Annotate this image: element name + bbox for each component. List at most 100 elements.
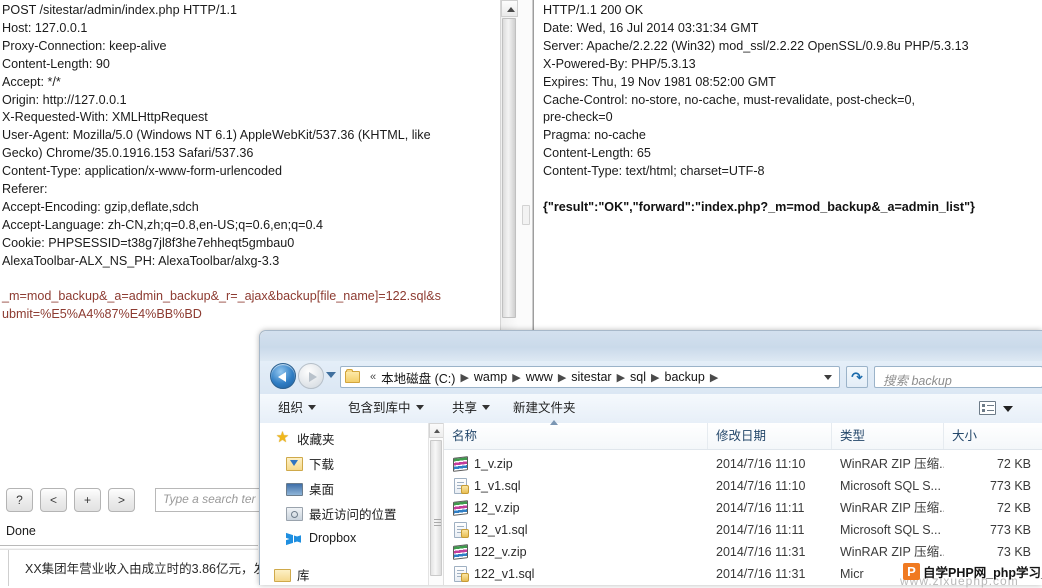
sidebar-item-label: 桌面 — [309, 482, 335, 497]
include-in-library-menu[interactable]: 包含到库中 — [348, 399, 424, 418]
sidebar-item-6[interactable]: 库 — [260, 563, 424, 585]
file-name-cell[interactable]: 1_v1.sql — [452, 476, 730, 497]
request-header-line: X-Requested-With: XMLHttpRequest — [2, 110, 208, 125]
scroll-up-arrow-icon[interactable] — [429, 423, 444, 438]
response-header-line: HTTP/1.1 200 OK — [543, 3, 644, 17]
recent-pages-chevron-down-icon[interactable] — [326, 372, 336, 378]
share-menu[interactable]: 共享 — [452, 399, 491, 418]
file-name-cell[interactable]: 122_v1.sql — [452, 564, 730, 585]
request-header-line: Gecko) Chrome/35.0.1916.153 Safari/537.3… — [2, 146, 254, 161]
file-date-cell: 2014/7/16 11:10 — [716, 457, 806, 471]
sidebar-scrollbar[interactable] — [428, 423, 444, 585]
response-header-line: pre-check=0 — [543, 110, 613, 125]
request-body-line: _m=mod_backup&_a=admin_backup&_r=_ajax&b… — [2, 289, 441, 304]
zip-file-icon — [453, 544, 468, 560]
previous-button[interactable]: < — [40, 488, 67, 512]
chevron-down-icon — [1003, 406, 1013, 412]
address-dropdown-chevron-icon[interactable] — [824, 375, 832, 380]
blank-separator — [2, 271, 496, 289]
file-type-cell: Microsoft SQL S... — [840, 479, 941, 493]
sidebar-item-label: 库 — [297, 568, 310, 583]
breadcrumb-overflow-icon[interactable]: « — [370, 371, 376, 383]
breadcrumb-segment[interactable]: wamp — [474, 370, 507, 384]
breadcrumb-segment[interactable]: 本地磁盘 (C:) — [381, 368, 455, 387]
organize-menu[interactable]: 组织 — [278, 399, 317, 418]
add-button[interactable]: + — [74, 488, 101, 512]
file-type-cell: WinRAR ZIP 压缩... — [840, 501, 944, 515]
column-header-3[interactable]: 类型 — [832, 423, 944, 449]
explorer-search-input[interactable]: 搜索 backup — [874, 366, 1042, 388]
chevron-down-icon — [308, 405, 317, 410]
breadcrumb-separator-icon[interactable]: ▶ — [710, 371, 718, 384]
request-pane-scrollbar[interactable] — [500, 0, 519, 330]
sidebar-item-4[interactable]: 最近访问的位置 — [260, 502, 436, 524]
file-name-cell[interactable]: 12_v.zip — [452, 498, 730, 519]
breadcrumb-separator-icon[interactable]: ▶ — [651, 371, 659, 384]
file-date-cell: 2014/7/16 11:31 — [716, 545, 806, 559]
file-name-cell[interactable]: 12_v1.sql — [452, 520, 730, 541]
breadcrumb-segment[interactable]: sql — [630, 370, 646, 384]
file-explorer-window[interactable]: « 本地磁盘 (C:) ▶ wamp ▶ www ▶ sitestar ▶ sql ▶ backup ▶… — [259, 330, 1042, 585]
request-pane[interactable]: POST /sitestar/admin/index.php HTTP/1.1 H… — [0, 0, 501, 330]
next-button[interactable]: > — [108, 488, 135, 512]
search-input[interactable]: Type a search ter — [155, 488, 265, 512]
view-options-button[interactable] — [979, 399, 1021, 418]
sidebar-item-5[interactable]: Dropbox — [260, 527, 436, 549]
file-date-cell: 2014/7/16 11:31 — [716, 567, 806, 581]
column-header-2[interactable]: 修改日期 — [708, 423, 832, 449]
response-header-line: Cache-Control: no-store, no-cache, must-… — [543, 92, 916, 107]
breadcrumb-segment[interactable]: sitestar — [571, 370, 611, 384]
file-size-cell: 73 KB — [996, 545, 1031, 559]
column-header-1[interactable]: 名称 — [444, 423, 708, 449]
request-header-line: Cookie: PHPSESSID=t38g7jl8f3he7ehheqt5gm… — [2, 235, 295, 250]
response-pane[interactable]: HTTP/1.1 200 OK Date: Wed, 16 Jul 2014 03… — [533, 0, 1042, 330]
file-name-text: 122_v1.sql — [474, 567, 535, 581]
column-header-4[interactable]: 大小 — [944, 423, 1042, 449]
breadcrumb-separator-icon[interactable]: ▶ — [558, 371, 566, 384]
response-header-line: Date: Wed, 16 Jul 2014 03:31:34 GMT — [543, 20, 759, 35]
table-row[interactable]: 122_v.zip 2014/7/16 11:31 WinRAR ZIP 压缩...… — [444, 542, 1042, 563]
zip-file-icon — [453, 456, 468, 472]
help-button[interactable]: ? — [6, 488, 33, 512]
explorer-sidebar[interactable]: ★ 收藏夹 下载 桌面 最近访问的位置 Dropbox 库 — [260, 423, 428, 585]
file-type-cell: Microsoft SQL S... — [840, 523, 941, 537]
request-header-line: Host: 127.0.0.1 — [2, 20, 88, 35]
breadcrumb[interactable]: « 本地磁盘 (C:) ▶ wamp ▶ www ▶ sitestar ▶ sql ▶ backup ▶ — [365, 367, 723, 387]
request-pane-scrollbar-secondary[interactable] — [518, 0, 533, 330]
breadcrumb-separator-icon[interactable]: ▶ — [617, 371, 625, 384]
back-button[interactable] — [270, 363, 296, 389]
window-title-bar[interactable] — [260, 331, 1042, 361]
scroll-up-arrow-icon[interactable] — [501, 0, 518, 17]
table-row[interactable]: 1_v.zip 2014/7/16 11:10 WinRAR ZIP 压缩... 72… — [444, 454, 1042, 475]
breadcrumb-separator-icon[interactable]: ▶ — [512, 371, 520, 384]
breadcrumb-segment[interactable]: backup — [665, 370, 705, 384]
sidebar-item-3[interactable]: 桌面 — [260, 477, 436, 499]
address-bar[interactable]: « 本地磁盘 (C:) ▶ wamp ▶ www ▶ sitestar ▶ sql ▶ backup ▶ — [340, 366, 840, 388]
document-text: XX集团年营业收入由成立时的3.86亿元，发展 — [25, 562, 279, 576]
forward-button[interactable] — [298, 363, 324, 389]
file-name-cell[interactable]: 1_v.zip — [452, 454, 730, 475]
sidebar-item-label: 下载 — [309, 457, 335, 472]
scrollbar-thumb[interactable] — [430, 440, 442, 576]
request-header-line: Proxy-Connection: keep-alive — [2, 38, 167, 53]
scrollbar-thumb[interactable] — [502, 18, 516, 318]
breadcrumb-segment[interactable]: www — [526, 370, 553, 384]
scrollbar-grip-icon[interactable] — [522, 205, 530, 225]
explorer-navigation-bar: « 本地磁盘 (C:) ▶ wamp ▶ www ▶ sitestar ▶ sql ▶ backup ▶… — [260, 361, 1042, 394]
desktop-icon — [286, 482, 303, 496]
breadcrumb-separator-icon[interactable]: ▶ — [460, 371, 468, 384]
explorer-toolbar: 组织 包含到库中 共享 新建文件夹 — [260, 394, 1042, 424]
response-header-line: Expires: Thu, 19 Nov 1981 08:52:00 GMT — [543, 74, 776, 89]
table-row[interactable]: 12_v1.sql 2014/7/16 11:11 Microsoft SQL S.… — [444, 520, 1042, 541]
refresh-icon[interactable]: ↷ — [846, 366, 868, 388]
viewer-button-strip: ? < + > Type a search ter — [0, 485, 265, 518]
sidebar-item-2[interactable]: 下载 — [260, 452, 436, 474]
table-row[interactable]: 1_v1.sql 2014/7/16 11:10 Microsoft SQL S..… — [444, 476, 1042, 497]
new-folder-button[interactable]: 新建文件夹 — [513, 399, 576, 418]
file-size-cell: 72 KB — [996, 501, 1031, 515]
view-options-icon — [979, 401, 996, 415]
file-name-cell[interactable]: 122_v.zip — [452, 542, 730, 563]
file-date-cell: 2014/7/16 11:11 — [716, 501, 805, 515]
table-row[interactable]: 12_v.zip 2014/7/16 11:11 WinRAR ZIP 压缩... 7… — [444, 498, 1042, 519]
sidebar-item-1[interactable]: ★ 收藏夹 — [260, 427, 424, 449]
